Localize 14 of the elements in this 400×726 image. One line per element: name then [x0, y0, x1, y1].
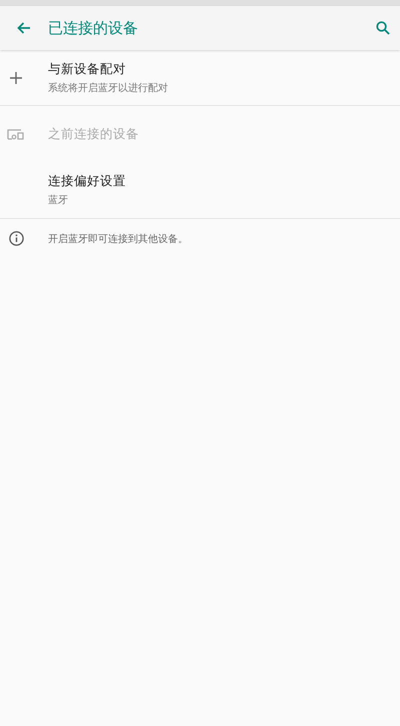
item-subtitle: 系统将开启蓝牙以进行配对 [48, 82, 168, 94]
devices-icon [7, 128, 25, 140]
item-title: 连接偏好设置 [48, 173, 126, 190]
item-title: 之前连接的设备 [48, 126, 139, 142]
add-icon [10, 72, 22, 84]
settings-item[interactable]: 与新设备配对 系统将开启蓝牙以进行配对 [0, 50, 400, 106]
screen-title: 已连接的设备 [48, 18, 139, 38]
search-icon [376, 21, 390, 35]
info-icon [8, 231, 24, 246]
item-title: 与新设备配对 [48, 60, 127, 78]
info-text: 开启蓝牙即可连接到其他设备。 [48, 232, 188, 246]
item-subtitle: 蓝牙 [48, 194, 69, 207]
back-icon [17, 22, 31, 34]
settings-item[interactable]: 连接偏好设置 蓝牙 [0, 162, 400, 219]
